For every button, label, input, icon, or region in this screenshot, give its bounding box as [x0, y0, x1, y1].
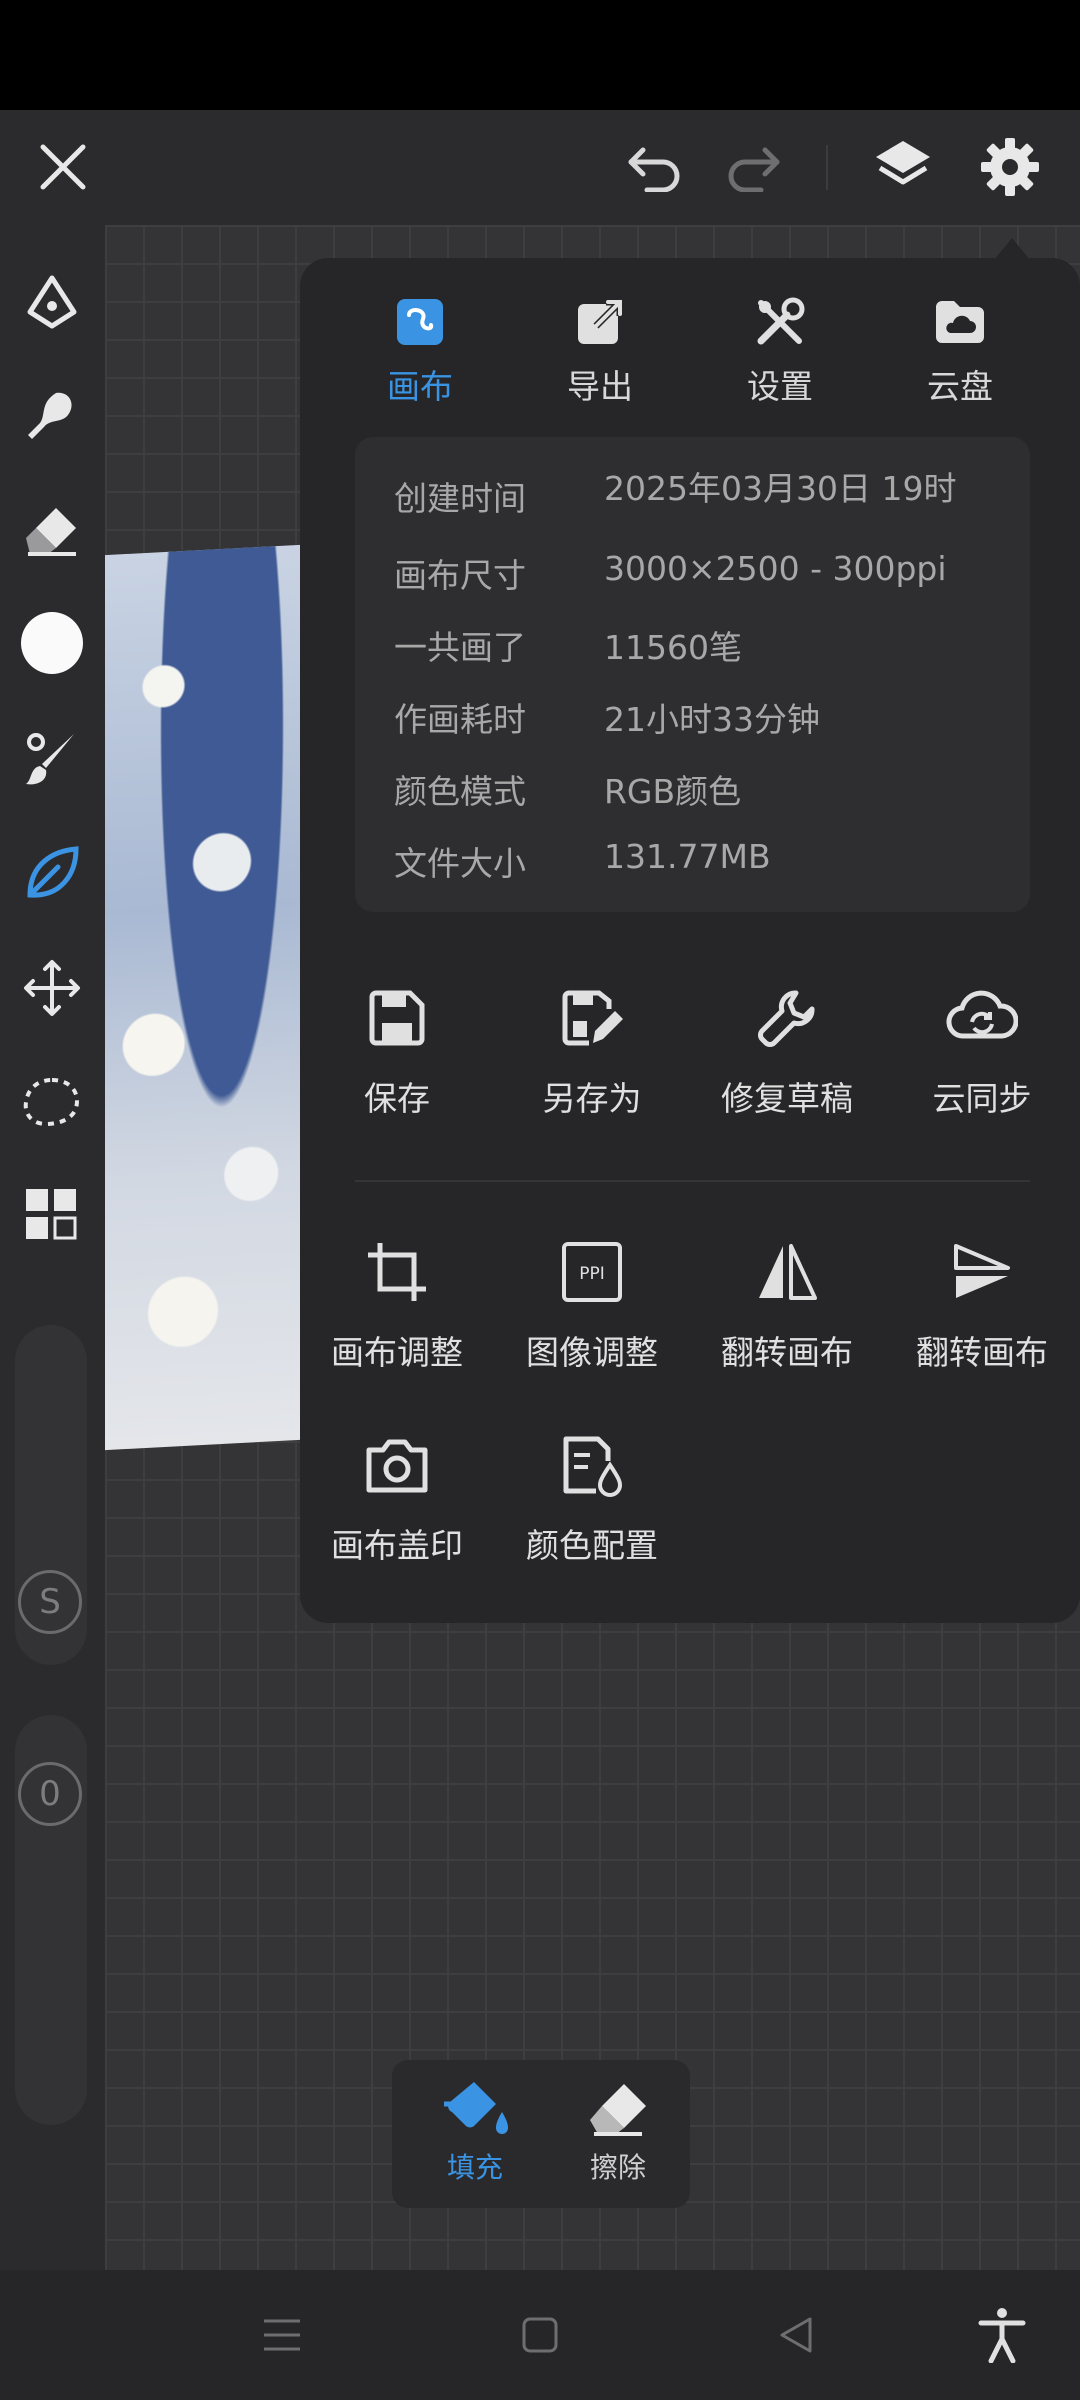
cloud-sync-button[interactable]: 云同步 [892, 978, 1072, 1138]
grid-menu-icon[interactable] [12, 1175, 92, 1255]
brush-tool-icon[interactable] [12, 718, 92, 798]
save-as-icon [502, 978, 682, 1058]
flip-vertical-button[interactable]: 翻转画布 [892, 1232, 1072, 1392]
cloud-sync-icon [892, 978, 1072, 1058]
erase-button[interactable]: 擦除 [563, 2078, 673, 2186]
toolbar-divider [826, 145, 828, 190]
eraser-icon [563, 2078, 673, 2140]
tab-label: 设置 [747, 367, 813, 406]
info-key: 作画耗时 [394, 700, 526, 739]
image-adjust-button[interactable]: PPI 图像调整 [502, 1232, 682, 1392]
smudge-tool-icon[interactable] [12, 375, 92, 455]
redo-icon[interactable] [718, 132, 788, 202]
fill-label: 填充 [446, 2151, 503, 2184]
tab-cloud-drive[interactable]: 云盘 [890, 290, 1030, 410]
cloud-drive-icon [890, 290, 1030, 354]
tab-settings[interactable]: 设置 [710, 290, 850, 410]
info-key: 画布尺寸 [394, 556, 526, 595]
menu-icon[interactable] [252, 2305, 312, 2365]
info-value: 21小时33分钟 [604, 700, 820, 739]
status-bar [0, 0, 1080, 110]
undo-icon[interactable] [620, 132, 690, 202]
info-value: 2025年03月30日 19时 [604, 469, 957, 508]
tab-label: 导出 [567, 367, 633, 406]
pen-tool-icon[interactable] [12, 262, 92, 342]
layers-icon[interactable] [868, 132, 938, 202]
flip-horizontal-label: 翻转画布 [721, 1333, 853, 1372]
info-row-duration: 作画耗时 21小时33分钟 [394, 693, 1054, 753]
info-key: 文件大小 [394, 844, 526, 883]
repair-draft-label: 修复草稿 [721, 1079, 853, 1118]
info-value: 3000×2500 - 300ppi [604, 549, 947, 588]
canvas-adjust-button[interactable]: 画布调整 [307, 1232, 487, 1392]
canvas-adjust-label: 画布调整 [331, 1333, 463, 1372]
info-key: 创建时间 [394, 479, 526, 518]
info-value: 11560笔 [604, 628, 742, 667]
fill-button[interactable]: 填充 [420, 2078, 530, 2186]
info-row-file-size: 文件大小 131.77MB [394, 837, 1054, 897]
tab-canvas[interactable]: 画布 [350, 290, 490, 410]
info-key: 一共画了 [394, 628, 526, 667]
size-badge: S [18, 1570, 82, 1634]
gear-icon[interactable] [975, 132, 1045, 202]
section-divider [355, 1180, 1030, 1182]
flip-horizontal-icon [697, 1232, 877, 1312]
info-key: 颜色模式 [394, 772, 526, 811]
canvas-stamp-label: 画布盖印 [331, 1526, 463, 1565]
tab-label: 画布 [387, 367, 453, 406]
home-icon[interactable] [510, 2305, 570, 2365]
flip-vertical-label: 翻转画布 [916, 1333, 1048, 1372]
tab-export[interactable]: 导出 [530, 290, 670, 410]
leaf-tool-icon[interactable] [12, 833, 92, 913]
canvas-stamp-button[interactable]: 画布盖印 [307, 1425, 487, 1585]
artwork-preview[interactable] [105, 544, 300, 1451]
save-label: 保存 [364, 1079, 430, 1118]
flip-horizontal-button[interactable]: 翻转画布 [697, 1232, 877, 1392]
accessibility-icon[interactable] [972, 2305, 1032, 2365]
eraser-tool-icon[interactable] [12, 490, 92, 570]
info-row-size: 画布尺寸 3000×2500 - 300ppi [394, 549, 1054, 609]
opacity-badge: 0 [18, 1762, 82, 1826]
info-row-created: 创建时间 2025年03月30日 19时 [355, 460, 1030, 528]
move-tool-icon[interactable] [12, 948, 92, 1028]
svg-text:PPI: PPI [579, 1264, 605, 1284]
color-picker-swatch[interactable] [12, 603, 92, 683]
cloud-sync-label: 云同步 [932, 1079, 1032, 1118]
settings-tools-icon [710, 290, 850, 354]
save-as-label: 另存为 [542, 1079, 642, 1118]
panel-pointer [994, 238, 1030, 260]
fill-bucket-icon [420, 2078, 530, 2140]
color-profile-button[interactable]: 颜色配置 [502, 1425, 682, 1585]
back-icon[interactable] [766, 2305, 826, 2365]
camera-icon [307, 1425, 487, 1505]
save-as-button[interactable]: 另存为 [502, 978, 682, 1138]
info-row-color-mode: 颜色模式 RGB颜色 [394, 765, 1054, 825]
save-button[interactable]: 保存 [307, 978, 487, 1138]
save-icon [307, 978, 487, 1058]
canvas-icon [350, 290, 490, 354]
erase-label: 擦除 [589, 2151, 646, 2184]
flip-vertical-icon [892, 1232, 1072, 1312]
crop-icon [307, 1232, 487, 1312]
wrench-icon [697, 978, 877, 1058]
repair-draft-button[interactable]: 修复草稿 [697, 978, 877, 1138]
info-row-strokes: 一共画了 11560笔 [394, 621, 1054, 681]
ppi-icon: PPI [502, 1232, 682, 1312]
image-adjust-label: 图像调整 [526, 1333, 658, 1372]
color-profile-label: 颜色配置 [526, 1526, 658, 1565]
lasso-tool-icon[interactable] [12, 1062, 92, 1142]
color-profile-icon [502, 1425, 682, 1505]
tab-label: 云盘 [927, 367, 993, 406]
export-icon [530, 290, 670, 354]
info-value: 131.77MB [604, 837, 771, 876]
close-icon[interactable] [28, 132, 98, 202]
info-value: RGB颜色 [604, 772, 742, 811]
